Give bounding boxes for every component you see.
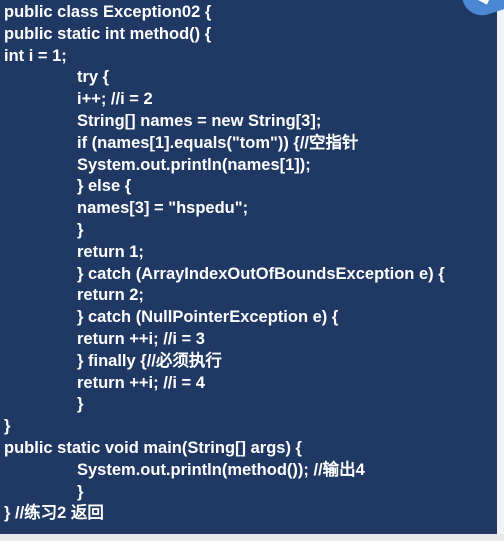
code-line-18: return ++i; //i = 4 [77,373,205,392]
code-line-17: } finally {//必须执行 [77,351,222,370]
code-line-19: } [77,395,84,414]
code-line-8: System.out.println(names[1]); [77,155,311,174]
code-line-24: } //练习2 返回 [4,504,104,523]
code-line-13: } catch (ArrayIndexOutOfBoundsException … [77,264,445,283]
code-line-20: } [4,417,11,436]
code-block: public class Exception02 { public static… [4,2,497,525]
code-line-5: i++; //i = 2 [77,90,153,109]
code-line-16: return ++i; //i = 3 [77,329,205,348]
code-line-1: public class Exception02 { [4,3,212,21]
bottom-strip [0,534,504,541]
code-line-12: return 1; [77,242,144,261]
code-line-9: } else { [77,177,132,196]
code-slide: public class Exception02 { public static… [0,0,497,534]
checkmark-icon [476,0,495,5]
code-line-10: names[3] = "hspedu"; [77,199,249,218]
code-line-2: public static int method() { [4,24,212,43]
code-line-22: System.out.println(method()); //输出4 [77,460,365,479]
code-line-14: return 2; [77,286,144,305]
code-line-21: public static void main(String[] args) { [4,438,302,457]
code-line-4: try { [77,68,110,87]
code-line-15: } catch (NullPointerException e) { [77,308,339,327]
code-line-3: int i = 1; [4,46,67,65]
code-line-23: } [77,482,84,501]
code-line-11: } [77,220,84,239]
code-line-7: if (names[1].equals("tom")) {//空指针 [77,133,359,152]
code-line-6: String[] names = new String[3]; [77,111,322,130]
